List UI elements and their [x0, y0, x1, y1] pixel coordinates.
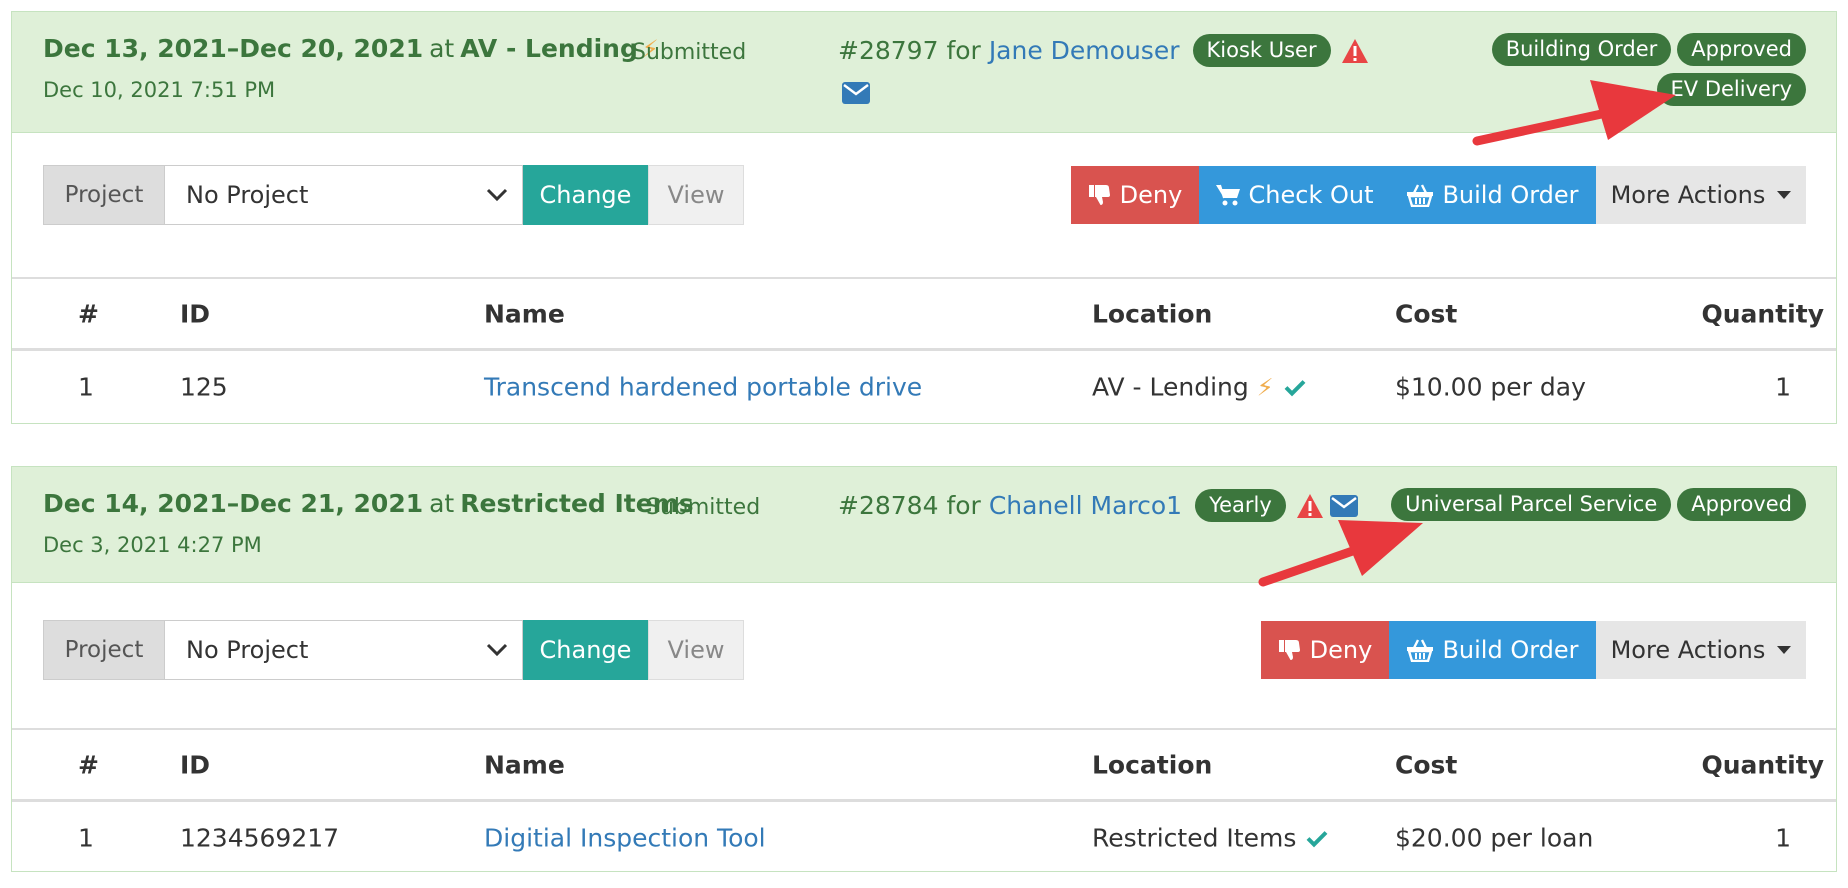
- approved-badge: Approved: [1677, 488, 1806, 521]
- check-out-button[interactable]: Check Out: [1199, 166, 1389, 224]
- building-order-badge: Building Order: [1491, 33, 1672, 66]
- thumbs-down-icon: [1088, 185, 1110, 205]
- order-header: Dec 14, 2021–Dec 21, 2021 at Restricted It…: [12, 467, 1836, 583]
- date-range: Dec 13, 2021–Dec 20, 2021: [43, 34, 424, 63]
- table-header: # ID Name Location Cost Quantity: [12, 279, 1836, 351]
- project-toolbar: Project No Project Change View: [43, 620, 744, 680]
- basket-icon: [1407, 639, 1434, 662]
- patron-type-badge: Kiosk User: [1192, 34, 1331, 67]
- delivery-method-badge: EV Delivery: [1656, 73, 1806, 106]
- item-name-link[interactable]: Digitial Inspection Tool: [484, 824, 766, 853]
- table-row: 1 1234569217 Digitial Inspection Tool Re…: [78, 823, 1791, 853]
- lightning-icon: ⚡: [1256, 373, 1274, 401]
- chevron-down-icon: [486, 643, 508, 657]
- deny-button[interactable]: Deny: [1071, 166, 1199, 224]
- cart-icon: [1215, 184, 1240, 206]
- project-label: Project: [43, 620, 165, 680]
- order-number: #28797: [838, 36, 939, 65]
- project-label: Project: [43, 165, 165, 225]
- order-info: #28784 for Chanell Marco1 Yearly: [838, 489, 1358, 522]
- order-status: Submitted: [646, 495, 761, 520]
- order-status: Submitted: [632, 40, 747, 65]
- project-select[interactable]: No Project: [165, 165, 523, 225]
- order-status-badges: Universal Parcel Service Approved: [1391, 488, 1806, 521]
- order-card: Dec 14, 2021–Dec 21, 2021 at Restricted It…: [11, 466, 1837, 872]
- caret-down-icon: [1777, 646, 1792, 654]
- item-location: Restricted Items: [1092, 824, 1328, 853]
- order-dates: Dec 13, 2021–Dec 20, 2021 at AV - Lending ⚡: [43, 34, 659, 63]
- table-header: # ID Name Location Cost Quantity: [12, 730, 1836, 802]
- created-date: Dec 3, 2021 4:27 PM: [43, 533, 262, 557]
- created-date: Dec 10, 2021 7:51 PM: [43, 78, 276, 102]
- item-location: AV - Lending ⚡: [1092, 373, 1306, 402]
- envelope-icon[interactable]: [1329, 494, 1358, 517]
- view-project-button[interactable]: View: [648, 165, 744, 225]
- view-project-button[interactable]: View: [648, 620, 744, 680]
- caret-down-icon: [1777, 191, 1792, 199]
- table-row: 1 125 Transcend hardened portable drive …: [78, 372, 1791, 402]
- build-order-button[interactable]: Build Order: [1389, 166, 1596, 224]
- items-table: # ID Name Location Cost Quantity 1 125 T…: [12, 277, 1836, 423]
- basket-icon: [1407, 184, 1434, 207]
- order-number: #28784: [838, 491, 939, 520]
- envelope-icon[interactable]: [842, 82, 870, 104]
- order-actions: Deny Check Out Build Order More Actions: [1071, 166, 1806, 224]
- project-toolbar: Project No Project Change View: [43, 165, 744, 225]
- more-actions-dropdown[interactable]: More Actions: [1596, 166, 1806, 224]
- warning-icon[interactable]: [1296, 493, 1324, 519]
- thumbs-down-icon: [1278, 640, 1300, 660]
- pickup-location: AV - Lending: [460, 34, 638, 63]
- more-actions-dropdown[interactable]: More Actions: [1596, 621, 1806, 679]
- items-table: # ID Name Location Cost Quantity 1 12345…: [12, 728, 1836, 874]
- check-icon: [1284, 378, 1306, 396]
- change-project-button[interactable]: Change: [523, 165, 648, 225]
- patron-link[interactable]: Chanell Marco1: [989, 491, 1182, 520]
- date-range: Dec 14, 2021–Dec 21, 2021: [43, 489, 424, 518]
- warning-icon[interactable]: [1341, 38, 1369, 64]
- patron-link[interactable]: Jane Demouser: [989, 36, 1180, 65]
- project-select[interactable]: No Project: [165, 620, 523, 680]
- approved-badge: Approved: [1677, 33, 1806, 66]
- deny-button[interactable]: Deny: [1261, 621, 1389, 679]
- check-icon: [1306, 829, 1328, 847]
- order-info: #28797 for Jane Demouser Kiosk User: [838, 34, 1369, 67]
- order-header: Dec 13, 2021–Dec 20, 2021 at AV - Lending ⚡…: [12, 12, 1836, 133]
- change-project-button[interactable]: Change: [523, 620, 648, 680]
- order-actions: Deny Build Order More Actions: [1261, 621, 1806, 679]
- delivery-method-badge: Universal Parcel Service: [1391, 488, 1672, 521]
- chevron-down-icon: [486, 188, 508, 202]
- order-status-badges: Building Order Approved: [1491, 33, 1806, 66]
- patron-type-badge: Yearly: [1195, 489, 1286, 522]
- build-order-button[interactable]: Build Order: [1389, 621, 1596, 679]
- item-name-link[interactable]: Transcend hardened portable drive: [484, 373, 922, 402]
- order-card: Dec 13, 2021–Dec 20, 2021 at AV - Lending ⚡…: [11, 11, 1837, 424]
- order-dates: Dec 14, 2021–Dec 21, 2021 at Restricted It…: [43, 489, 694, 518]
